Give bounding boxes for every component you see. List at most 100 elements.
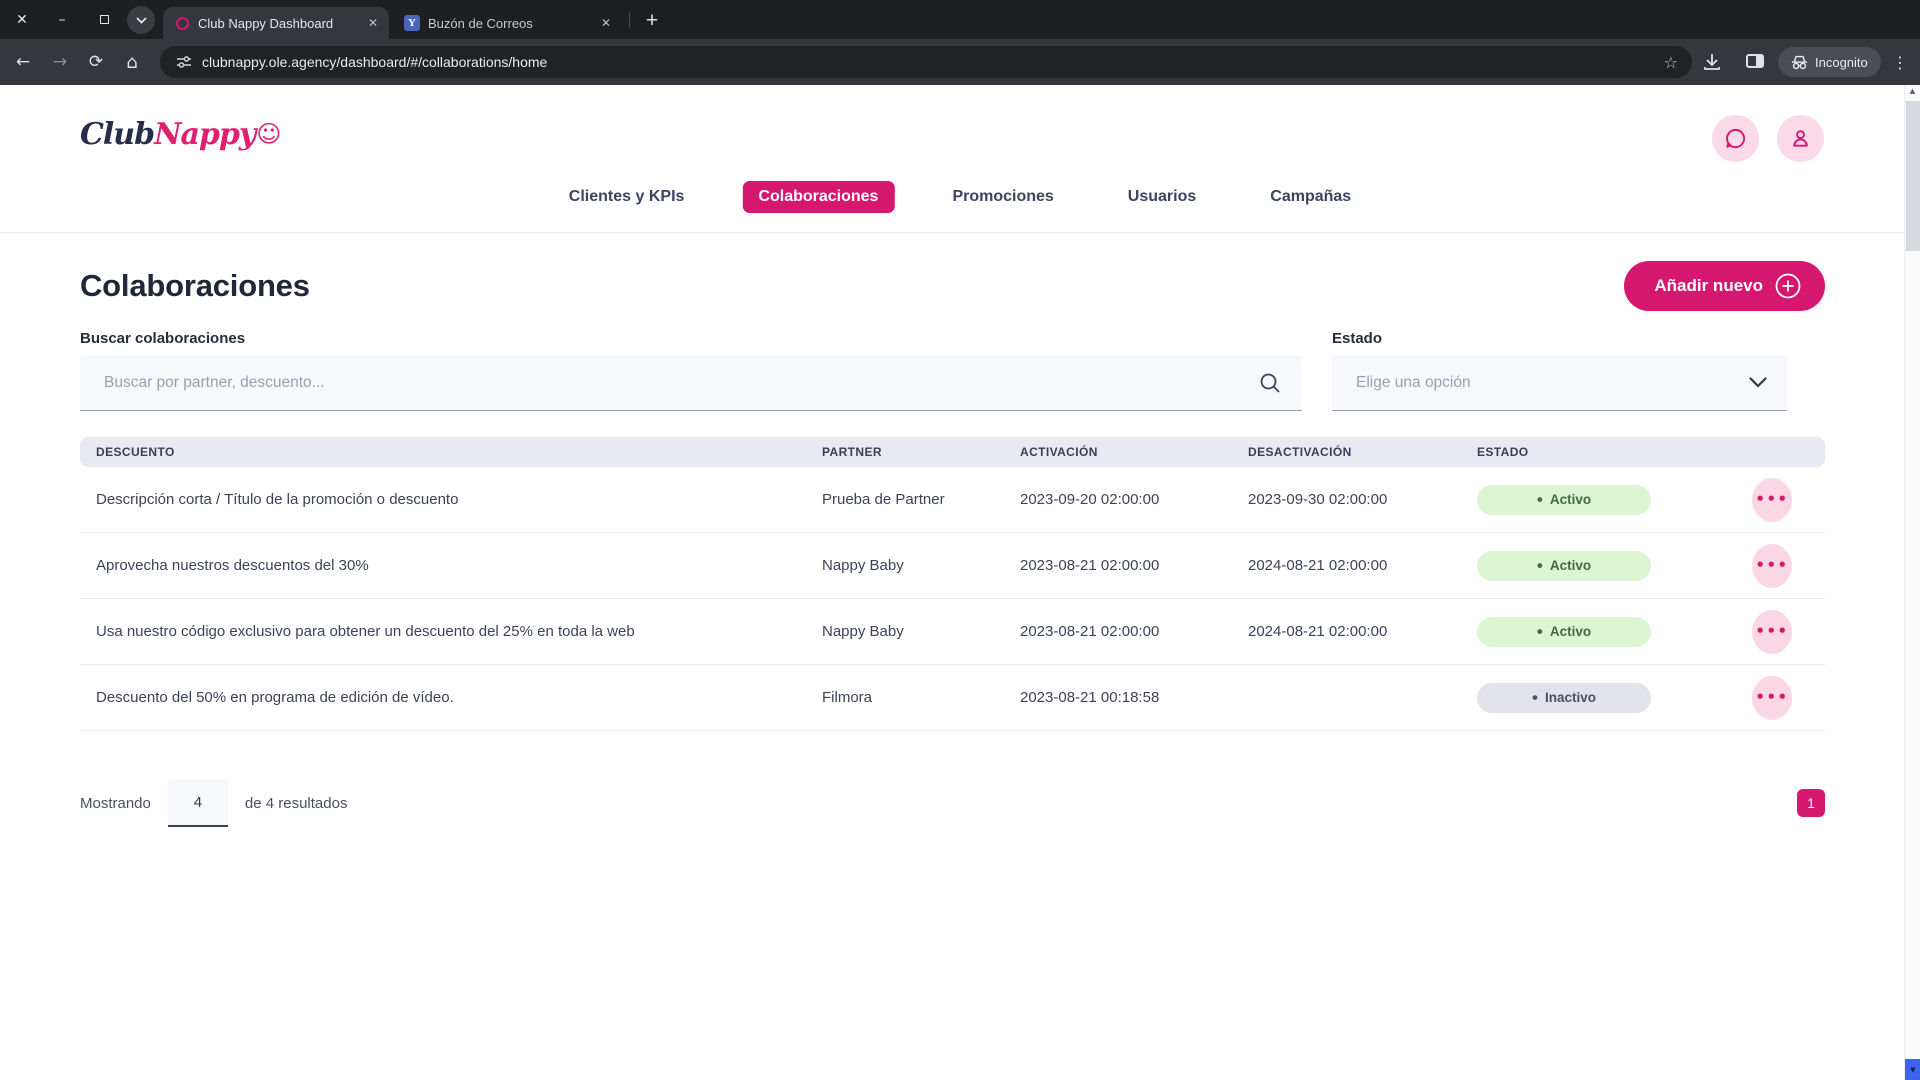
table-row: Usa nuestro código exclusivo para obtene…: [80, 599, 1825, 665]
col-header-descuento: DESCUENTO: [96, 445, 822, 459]
new-tab-button[interactable]: +: [638, 7, 666, 35]
search-icon[interactable]: [1258, 371, 1282, 400]
status-badge: Activo: [1477, 617, 1651, 647]
page-head: Colaboraciones Añadir nuevo: [80, 261, 1825, 311]
col-header-partner: PARTNER: [822, 445, 1020, 459]
col-header-estado: ESTADO: [1477, 445, 1677, 459]
table-header-row: DESCUENTO PARTNER ACTIVACIÓN DESACTIVACI…: [80, 437, 1825, 467]
cell-descuento: Descripción corta / Título de la promoci…: [96, 491, 822, 508]
address-bar[interactable]: clubnappy.ole.agency/dashboard/#/collabo…: [160, 46, 1692, 78]
nav-item-campanas[interactable]: Campañas: [1254, 181, 1367, 213]
search-field-wrapper: [80, 355, 1302, 411]
cell-estado: Activo: [1477, 485, 1677, 515]
nav-item-colaboraciones[interactable]: Colaboraciones: [742, 181, 894, 213]
user-profile-button[interactable]: [1777, 115, 1824, 162]
tab-club-nappy-dashboard[interactable]: Club Nappy Dashboard ✕: [163, 7, 389, 39]
chevron-down-icon: [136, 17, 147, 24]
browser-tab-strip: ✕ – Club Nappy Dashboard ✕ Y Buzón de Co…: [0, 0, 1920, 39]
pagination-prefix: Mostrando: [80, 795, 151, 812]
col-header-desactivacion: DESACTIVACIÓN: [1248, 445, 1477, 459]
status-badge: Activo: [1477, 551, 1651, 581]
add-new-label: Añadir nuevo: [1654, 276, 1763, 296]
tab-search-button[interactable]: [127, 6, 155, 34]
collaborations-table: DESCUENTO PARTNER ACTIVACIÓN DESACTIVACI…: [80, 437, 1825, 731]
maximize-square-icon: [100, 15, 109, 24]
page-title: Colaboraciones: [80, 261, 1825, 311]
table-row: Descuento del 50% en programa de edición…: [80, 665, 1825, 731]
table-row: Aprovecha nuestros descuentos del 30% Na…: [80, 533, 1825, 599]
logo-club-text: Club: [80, 117, 154, 152]
tab-title: Buzón de Correos: [428, 16, 593, 31]
url-text[interactable]: clubnappy.ole.agency/dashboard/#/collabo…: [202, 54, 547, 70]
scrollbar-up-icon[interactable]: ▲: [1905, 87, 1920, 95]
cell-descuento: Usa nuestro código exclusivo para obtene…: [96, 623, 822, 640]
nav-item-usuarios[interactable]: Usuarios: [1112, 181, 1212, 213]
bookmark-star-icon[interactable]: ☆: [1664, 46, 1678, 78]
add-new-button[interactable]: Añadir nuevo: [1624, 261, 1825, 311]
search-input[interactable]: [80, 355, 1302, 410]
cell-activacion: 2023-08-21 00:18:58: [1020, 689, 1248, 706]
window-minimize-icon[interactable]: –: [49, 0, 75, 39]
row-menu-button[interactable]: •••: [1752, 544, 1792, 588]
mail-favicon-icon: Y: [404, 15, 420, 31]
cell-partner: Filmora: [822, 689, 1020, 706]
cell-estado: Activo: [1477, 617, 1677, 647]
status-badge: Activo: [1477, 485, 1651, 515]
smiley-icon: ☺: [256, 120, 280, 148]
table-row: Descripción corta / Título de la promoci…: [80, 467, 1825, 533]
cell-desactivacion: 2024-08-21 02:00:00: [1248, 623, 1477, 640]
row-menu-button[interactable]: •••: [1752, 676, 1792, 720]
cell-activacion: 2023-09-20 02:00:00: [1020, 491, 1248, 508]
search-filter: Buscar colaboraciones: [80, 330, 1302, 411]
user-icon: [1789, 127, 1812, 150]
plus-circle-icon: [1775, 273, 1801, 299]
row-menu-button[interactable]: •••: [1752, 610, 1792, 654]
page-1-button[interactable]: 1: [1797, 789, 1825, 817]
page-body: ClubNappy☺ Clientes y KPIs Colaboracione…: [0, 85, 1920, 1080]
scrollbar-down-icon[interactable]: ▼: [1905, 1059, 1920, 1080]
home-icon[interactable]: ⌂: [115, 39, 149, 85]
page-scrollbar[interactable]: ▲ ▼: [1904, 85, 1920, 1080]
col-header-activacion: ACTIVACIÓN: [1020, 445, 1248, 459]
club-nappy-logo[interactable]: ClubNappy☺: [80, 117, 280, 152]
cell-actions: •••: [1677, 610, 1825, 654]
chat-button[interactable]: [1712, 115, 1759, 162]
browser-toolbar: ← → ⟳ ⌂ clubnappy.ole.agency/dashboard/#…: [0, 39, 1920, 85]
row-menu-button[interactable]: •••: [1752, 478, 1792, 522]
back-icon[interactable]: ←: [6, 39, 40, 85]
cell-actions: •••: [1677, 478, 1825, 522]
cell-partner: Nappy Baby: [822, 557, 1020, 574]
tab-close-icon[interactable]: ✕: [360, 16, 389, 30]
tab-title: Club Nappy Dashboard: [198, 16, 360, 31]
results-count-input[interactable]: [168, 779, 228, 827]
forward-icon[interactable]: →: [43, 39, 77, 85]
cell-actions: •••: [1677, 676, 1825, 720]
tab-close-icon[interactable]: ✕: [593, 16, 622, 30]
tab-buzon-de-correos[interactable]: Y Buzón de Correos ✕: [393, 7, 622, 39]
window-maximize-icon[interactable]: [91, 0, 117, 39]
download-icon[interactable]: [1702, 52, 1722, 77]
cell-activacion: 2023-08-21 02:00:00: [1020, 557, 1248, 574]
estado-select[interactable]: Elige una opción: [1332, 355, 1787, 410]
site-header: ClubNappy☺ Clientes y KPIs Colaboracione…: [0, 85, 1920, 233]
site-settings-icon[interactable]: [176, 54, 192, 70]
reload-icon[interactable]: ⟳: [79, 39, 113, 85]
pagination-bar: Mostrando de 4 resultados 1: [80, 779, 1825, 827]
status-badge: Inactivo: [1477, 683, 1651, 713]
browser-menu-icon[interactable]: ⋮: [1888, 39, 1912, 85]
cell-descuento: Descuento del 50% en programa de edición…: [96, 689, 822, 706]
estado-filter: Estado Elige una opción: [1332, 330, 1787, 411]
chat-bubble-icon: [1724, 127, 1747, 150]
search-label: Buscar colaboraciones: [80, 330, 1302, 348]
filters-bar: Buscar colaboraciones Estado Elige una o…: [80, 330, 1787, 411]
side-panel-icon[interactable]: [1746, 54, 1764, 68]
window-close-icon[interactable]: ✕: [9, 0, 35, 39]
nav-item-clientes-kpis[interactable]: Clientes y KPIs: [553, 181, 701, 213]
cell-descuento: Aprovecha nuestros descuentos del 30%: [96, 557, 822, 574]
cell-desactivacion: 2024-08-21 02:00:00: [1248, 557, 1477, 574]
pagination-suffix: de 4 resultados: [245, 795, 348, 812]
nav-item-promociones[interactable]: Promociones: [936, 181, 1069, 213]
logo-nappy-text: Nappy: [154, 117, 255, 152]
estado-label: Estado: [1332, 330, 1787, 348]
scrollbar-thumb[interactable]: [1906, 101, 1920, 251]
